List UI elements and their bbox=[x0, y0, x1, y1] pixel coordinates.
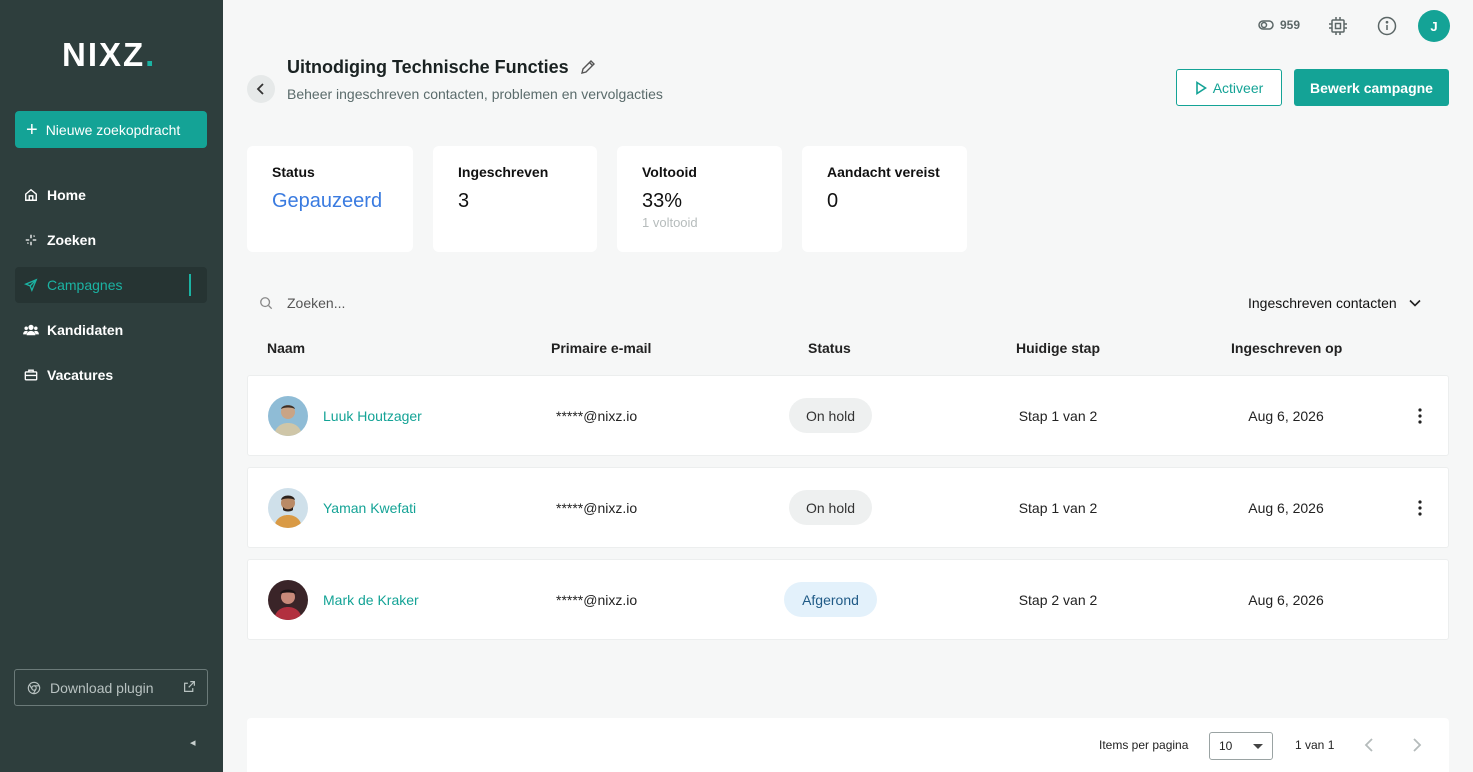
table-row[interactable]: Luuk Houtzager *****@nixz.io On hold Sta… bbox=[247, 375, 1449, 456]
current-step: Stap 1 van 2 bbox=[1018, 408, 1098, 424]
stat-label: Voltooid bbox=[642, 164, 697, 180]
edit-title-icon[interactable] bbox=[580, 59, 596, 80]
stat-label: Aandacht vereist bbox=[827, 164, 940, 180]
play-icon bbox=[1195, 80, 1207, 95]
avatar bbox=[268, 396, 308, 436]
stat-value: 3 bbox=[458, 190, 470, 212]
info-icon[interactable] bbox=[1377, 16, 1397, 36]
chevron-left-icon bbox=[256, 83, 264, 95]
contact-email: *****@nixz.io bbox=[556, 500, 638, 516]
sidebar-item-home[interactable]: Home bbox=[15, 177, 207, 213]
status-badge: Afgerond bbox=[784, 582, 877, 617]
stat-card-attention: Aandacht vereist 0 bbox=[802, 146, 967, 252]
back-button[interactable] bbox=[247, 75, 275, 103]
sidebar-item-vacatures[interactable]: Vacatures bbox=[15, 357, 207, 393]
sidebar-item-label: Zoeken bbox=[47, 232, 97, 248]
stat-card-status: Status Gepauzeerd bbox=[247, 146, 413, 252]
items-per-page-select[interactable]: 10 bbox=[1209, 732, 1273, 760]
send-icon bbox=[23, 277, 39, 293]
page-range: 1 van 1 bbox=[1295, 738, 1335, 752]
items-per-page-value: 10 bbox=[1219, 739, 1233, 753]
collapse-sidebar-icon[interactable]: ◂ bbox=[190, 736, 196, 749]
home-icon bbox=[23, 187, 39, 203]
sparkle-icon bbox=[23, 232, 39, 248]
previous-page-icon[interactable] bbox=[1362, 737, 1376, 753]
stat-value: 33% bbox=[642, 190, 683, 212]
credits-counter: 959 bbox=[1258, 18, 1300, 32]
status-badge: On hold bbox=[789, 398, 872, 433]
column-header-email[interactable]: Primaire e-mail bbox=[551, 340, 651, 356]
column-header-name[interactable]: Naam bbox=[267, 340, 305, 356]
chrome-icon bbox=[27, 681, 41, 694]
download-plugin-label: Download plugin bbox=[50, 679, 154, 696]
column-header-enrolled[interactable]: Ingeschreven op bbox=[1231, 340, 1342, 356]
sidebar-item-zoeken[interactable]: Zoeken bbox=[15, 222, 207, 258]
search-icon bbox=[260, 297, 273, 310]
user-avatar[interactable]: J bbox=[1418, 10, 1450, 42]
logo[interactable]: NIXZ. bbox=[62, 36, 156, 74]
sidebar: NIXZ. + Nieuwe zoekopdracht Home Zoeken … bbox=[0, 0, 223, 772]
current-step: Stap 1 van 2 bbox=[1018, 500, 1098, 516]
new-search-label: Nieuwe zoekopdracht bbox=[45, 121, 181, 138]
stat-label: Ingeschreven bbox=[458, 164, 549, 180]
contact-email: *****@nixz.io bbox=[556, 592, 638, 608]
sidebar-item-kandidaten[interactable]: Kandidaten bbox=[15, 312, 207, 348]
table-row[interactable]: Mark de Kraker *****@nixz.io Afgerond St… bbox=[247, 559, 1449, 640]
token-icon bbox=[1258, 20, 1274, 30]
enrolled-date: Aug 6, 2026 bbox=[1248, 592, 1324, 608]
stat-card-completed: Voltooid 33% 1 voltooid bbox=[617, 146, 782, 252]
chevron-down-icon bbox=[1409, 299, 1421, 307]
page-title: Uitnodiging Technische Functies bbox=[287, 57, 569, 77]
more-options-icon[interactable] bbox=[1410, 406, 1430, 426]
users-icon bbox=[23, 322, 39, 338]
enrolled-date: Aug 6, 2026 bbox=[1248, 500, 1324, 516]
download-plugin-button[interactable]: Download plugin bbox=[14, 669, 208, 706]
sidebar-item-label: Vacatures bbox=[47, 367, 114, 383]
filter-label: Ingeschreven contacten bbox=[1248, 295, 1397, 311]
pagination-bar: Items per pagina 10 1 van 1 bbox=[247, 718, 1449, 772]
page-subtitle: Beheer ingeschreven contacten, problemen… bbox=[287, 86, 663, 102]
more-options-icon[interactable] bbox=[1410, 498, 1430, 518]
stat-subvalue: 1 voltooid bbox=[642, 215, 698, 230]
briefcase-icon bbox=[23, 367, 39, 383]
chip-icon[interactable] bbox=[1328, 16, 1348, 36]
current-step: Stap 2 van 2 bbox=[1018, 592, 1098, 608]
status-badge: On hold bbox=[789, 490, 872, 525]
search-input[interactable] bbox=[287, 293, 687, 313]
stat-value: 0 bbox=[827, 190, 839, 212]
column-header-step[interactable]: Huidige stap bbox=[1016, 340, 1100, 356]
table-row[interactable]: Yaman Kwefati *****@nixz.io On hold Stap… bbox=[247, 467, 1449, 548]
activate-button[interactable]: Activeer bbox=[1176, 69, 1282, 106]
enrolled-date: Aug 6, 2026 bbox=[1248, 408, 1324, 424]
sidebar-item-label: Home bbox=[47, 187, 86, 203]
contact-name[interactable]: Luuk Houtzager bbox=[323, 408, 422, 424]
sidebar-item-campagnes[interactable]: Campagnes bbox=[15, 267, 207, 303]
caret-down-icon bbox=[1253, 744, 1263, 749]
plus-icon: + bbox=[26, 118, 38, 141]
external-link-icon bbox=[184, 681, 195, 692]
edit-campaign-button[interactable]: Bewerk campagne bbox=[1294, 69, 1449, 106]
contact-name[interactable]: Mark de Kraker bbox=[323, 592, 419, 608]
stat-value: Gepauzeerd bbox=[272, 190, 383, 212]
next-page-icon[interactable] bbox=[1410, 737, 1424, 753]
avatar bbox=[268, 488, 308, 528]
new-search-button[interactable]: + Nieuwe zoekopdracht bbox=[15, 111, 207, 148]
stat-label: Status bbox=[272, 164, 315, 180]
stat-card-enrolled: Ingeschreven 3 bbox=[433, 146, 597, 252]
column-header-status[interactable]: Status bbox=[808, 340, 851, 356]
avatar bbox=[268, 580, 308, 620]
contacts-filter-dropdown[interactable]: Ingeschreven contacten bbox=[1248, 295, 1421, 311]
contact-name[interactable]: Yaman Kwefati bbox=[323, 500, 416, 516]
credits-value: 959 bbox=[1280, 18, 1301, 32]
items-per-page-label: Items per pagina bbox=[1099, 738, 1189, 752]
activate-label: Activeer bbox=[1212, 79, 1264, 96]
sidebar-item-label: Kandidaten bbox=[47, 322, 124, 338]
sidebar-item-label: Campagnes bbox=[47, 277, 123, 293]
sidebar-nav: Home Zoeken Campagnes Kandidaten Vacatur… bbox=[15, 177, 207, 402]
contact-email: *****@nixz.io bbox=[556, 408, 638, 424]
